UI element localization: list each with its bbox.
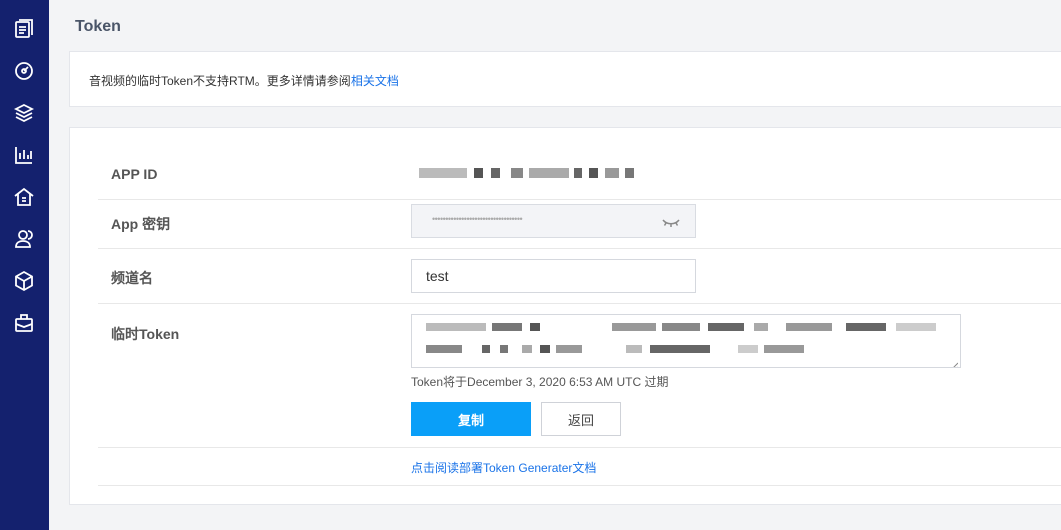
box-icon[interactable] — [12, 269, 36, 293]
gauge-icon[interactable] — [12, 59, 36, 83]
divider — [98, 303, 1061, 304]
temp-token-label: 临时Token — [111, 326, 180, 342]
token-value-blurred — [426, 345, 946, 353]
related-docs-link[interactable]: 相关文档 — [351, 74, 399, 88]
app-secret-masked: •••••••••••••••••••••••••••••••••• — [432, 214, 523, 224]
divider — [98, 485, 1061, 486]
token-generator-doc-link[interactable]: 点击阅读部署Token Generater文档 — [411, 459, 596, 476]
briefcase-icon[interactable] — [12, 311, 36, 335]
pricing-house-icon[interactable] — [12, 185, 36, 209]
app-id-value-blurred — [419, 168, 639, 178]
copy-button[interactable]: 复制 — [411, 402, 531, 436]
eye-closed-icon[interactable] — [661, 214, 681, 230]
app-secret-label: App 密钥 — [111, 216, 171, 232]
app-secret-field[interactable]: •••••••••••••••••••••••••••••••••• — [411, 204, 696, 238]
notice-banner: 音视频的临时Token不支持RTM。更多详情请参阅相关文档 — [69, 51, 1061, 107]
app-id-label: APP ID — [111, 166, 158, 182]
users-icon[interactable] — [12, 227, 36, 251]
token-form-card: APP ID App 密钥 ••••••••••••••••••••••••••… — [69, 127, 1061, 505]
layers-icon[interactable] — [12, 101, 36, 125]
channel-name-input[interactable] — [411, 259, 696, 293]
list-icon[interactable] — [12, 17, 36, 41]
bar-chart-icon[interactable] — [12, 143, 36, 167]
divider — [98, 447, 1061, 448]
divider — [98, 199, 1061, 200]
token-expire-text: Token将于December 3, 2020 6:53 AM UTC 过期 — [411, 375, 669, 389]
main-content: Token 音视频的临时Token不支持RTM。更多详情请参阅相关文档 APP … — [49, 0, 1061, 530]
divider — [98, 248, 1061, 249]
notice-message: 音视频的临时Token不支持RTM。更多详情请参阅 — [89, 74, 351, 88]
notice-text: 音视频的临时Token不支持RTM。更多详情请参阅相关文档 — [89, 72, 399, 89]
resize-grip-icon[interactable] — [950, 357, 959, 367]
page-title: Token — [75, 18, 121, 35]
token-value-blurred — [426, 323, 946, 331]
sidebar — [0, 0, 49, 530]
channel-name-label: 频道名 — [111, 270, 153, 286]
back-button[interactable]: 返回 — [541, 402, 621, 436]
temp-token-textarea[interactable] — [411, 314, 961, 368]
